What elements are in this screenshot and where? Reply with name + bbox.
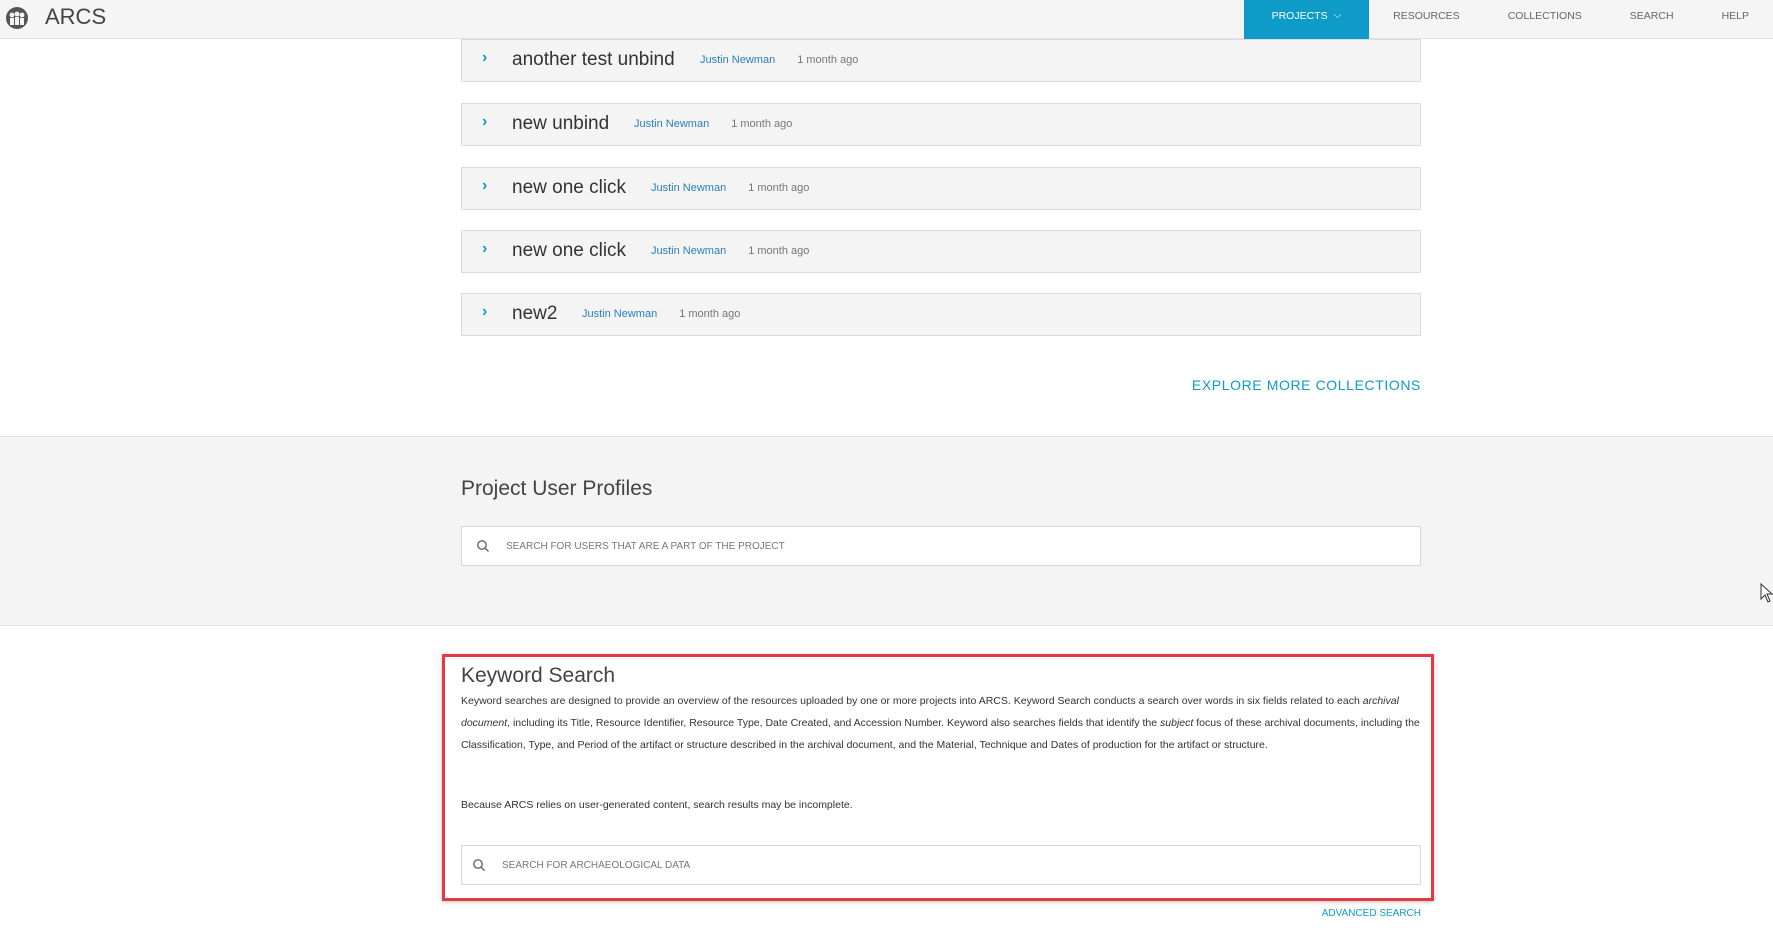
keyword-search-input[interactable]: SEARCH FOR ARCHAEOLOGICAL DATA	[461, 845, 1421, 885]
chevron-right-icon[interactable]: ›	[482, 303, 487, 321]
keyword-search-heading: Keyword Search	[461, 664, 616, 687]
main-nav: PROJECTS ⌵ RESOURCES COLLECTIONS SEARCH H…	[1243, 0, 1773, 39]
nav-resources[interactable]: RESOURCES	[1369, 0, 1484, 39]
nav-projects-label: PROJECTS	[1271, 10, 1328, 22]
search-icon	[473, 859, 485, 871]
mouse-cursor-icon	[1760, 583, 1773, 603]
collection-author[interactable]: Justin Newman	[634, 118, 709, 130]
brand-title[interactable]: ARCS	[45, 4, 106, 30]
collection-row[interactable]: › new one click Justin Newman 1 month ago	[461, 230, 1421, 273]
collection-time: 1 month ago	[797, 54, 859, 66]
nav-help[interactable]: HELP	[1698, 0, 1773, 39]
user-profiles-section: Project User Profiles SEARCH FOR USERS T…	[0, 436, 1773, 626]
collection-row[interactable]: › new unbind Justin Newman 1 month ago	[461, 103, 1421, 146]
desc-part: Keyword searches are designed to provide…	[461, 695, 1363, 707]
collection-time: 1 month ago	[679, 308, 741, 320]
collection-title[interactable]: another test unbind	[512, 49, 675, 71]
chevron-right-icon[interactable]: ›	[482, 177, 487, 195]
collection-time: 1 month ago	[748, 245, 810, 257]
collection-title[interactable]: new unbind	[512, 113, 609, 135]
collection-title[interactable]: new2	[512, 303, 557, 325]
chevron-down-icon: ⌵	[1333, 10, 1342, 21]
collection-meta: Justin Newman 1 month ago	[700, 54, 858, 66]
collection-time: 1 month ago	[731, 118, 793, 130]
arcs-logo-icon[interactable]	[4, 6, 30, 30]
collection-meta: Justin Newman 1 month ago	[634, 118, 792, 130]
nav-search[interactable]: SEARCH	[1606, 0, 1698, 39]
chevron-right-icon[interactable]: ›	[482, 113, 487, 131]
chevron-right-icon[interactable]: ›	[482, 240, 487, 258]
collection-row[interactable]: › new2 Justin Newman 1 month ago	[461, 293, 1421, 336]
collection-meta: Justin Newman 1 month ago	[651, 182, 809, 194]
user-search-input[interactable]: SEARCH FOR USERS THAT ARE A PART OF THE …	[461, 526, 1421, 566]
top-navbar: ARCS PROJECTS ⌵ RESOURCES COLLECTIONS SEA…	[0, 0, 1773, 39]
collection-time: 1 month ago	[748, 182, 810, 194]
collection-meta: Justin Newman 1 month ago	[651, 245, 809, 257]
collection-row[interactable]: › another test unbind Justin Newman 1 mon…	[461, 39, 1421, 82]
keyword-search-note: Because ARCS relies on user-generated co…	[461, 799, 853, 811]
collection-meta: Justin Newman 1 month ago	[582, 308, 740, 320]
nav-projects[interactable]: PROJECTS ⌵	[1243, 0, 1370, 39]
explore-more-collections-link[interactable]: EXPLORE MORE COLLECTIONS	[1192, 377, 1421, 393]
collection-author[interactable]: Justin Newman	[582, 308, 657, 320]
collection-title[interactable]: new one click	[512, 177, 626, 199]
collection-row[interactable]: › new one click Justin Newman 1 month ago	[461, 167, 1421, 210]
collection-author[interactable]: Justin Newman	[651, 182, 726, 194]
desc-part: , including its Title, Resource Identifi…	[507, 717, 1161, 729]
keyword-search-placeholder: SEARCH FOR ARCHAEOLOGICAL DATA	[502, 860, 691, 871]
user-profiles-heading: Project User Profiles	[461, 477, 653, 500]
collection-author[interactable]: Justin Newman	[651, 245, 726, 257]
nav-collections[interactable]: COLLECTIONS	[1484, 0, 1606, 39]
search-icon	[477, 540, 489, 552]
keyword-search-description: Keyword searches are designed to provide…	[461, 690, 1423, 756]
user-search-placeholder: SEARCH FOR USERS THAT ARE A PART OF THE …	[506, 541, 785, 552]
advanced-search-link[interactable]: ADVANCED SEARCH	[1322, 908, 1421, 919]
collection-title[interactable]: new one click	[512, 240, 626, 262]
desc-emphasis: subject	[1160, 717, 1194, 729]
chevron-right-icon[interactable]: ›	[482, 49, 487, 67]
collection-author[interactable]: Justin Newman	[700, 54, 775, 66]
